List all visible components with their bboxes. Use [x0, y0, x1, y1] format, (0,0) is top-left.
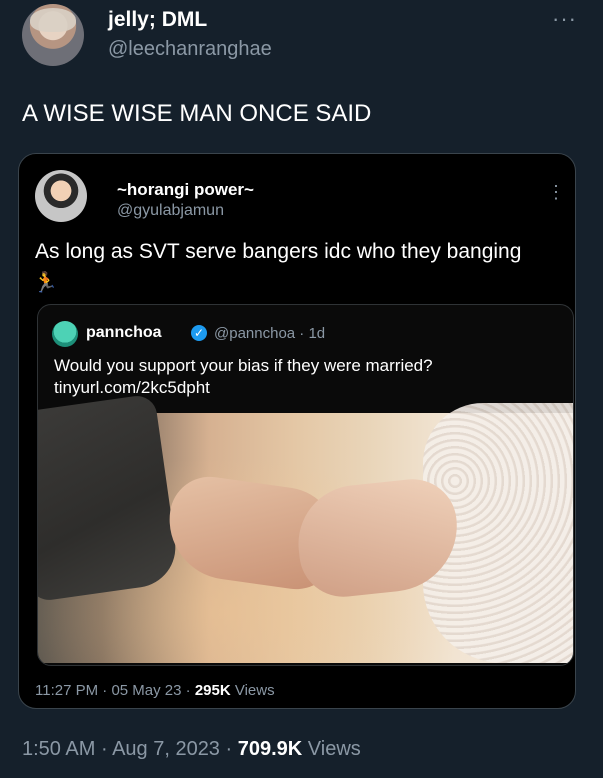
inner-text-line1: Would you support your bias if they were…	[54, 356, 433, 375]
tweet-avatar[interactable]	[22, 4, 84, 66]
quoted-date: 05 May 23	[111, 682, 182, 699]
inner-handle[interactable]: @pannchoa · 1d	[214, 325, 325, 342]
quoted-time: 11:27 PM	[35, 682, 99, 699]
tweet-time[interactable]: 1:50 AM	[22, 738, 95, 760]
quoted-text: As long as SVT serve bangers idc who the…	[35, 240, 522, 263]
more-horizontal-icon[interactable]: ···	[552, 6, 577, 32]
tweet-display-name[interactable]: jelly; DML	[108, 8, 207, 32]
quoted-views-count: 295K	[194, 682, 231, 699]
quoted-handle[interactable]: @gyulabjamun	[117, 202, 224, 220]
verified-badge-icon: ✓	[191, 325, 207, 341]
inner-display-name[interactable]: pannchoa	[86, 324, 162, 342]
tweet-meta: 1:50 AM · Aug 7, 2023 · 709.9K Views	[22, 738, 361, 760]
tweet-text: A WISE WISE MAN ONCE SAID	[22, 100, 372, 127]
more-vertical-icon[interactable]: ⋮	[547, 182, 565, 203]
quoted-views-label: Views	[234, 682, 275, 699]
inner-quoted-tweet[interactable]: pannchoa ✓ @pannchoa · 1d Would you supp…	[37, 304, 574, 666]
inner-text: Would you support your bias if they were…	[54, 355, 564, 399]
inner-avatar[interactable]	[52, 321, 78, 347]
tweet-views-label: Views	[307, 738, 361, 760]
quoted-meta: 11:27 PM · 05 May 23 · 295K Views	[35, 682, 275, 699]
tweet-date[interactable]: Aug 7, 2023	[112, 738, 220, 760]
tweet-views-count[interactable]: 709.9K	[238, 738, 303, 760]
quoted-display-name[interactable]: ~horangi power~	[117, 180, 254, 200]
wedding-hands-photo[interactable]	[38, 393, 573, 663]
tweet-handle[interactable]: @leechanranghae	[108, 38, 272, 61]
quoted-avatar[interactable]	[35, 170, 87, 222]
quoted-tweet-card[interactable]: ~horangi power~ @gyulabjamun ⋮ As long a…	[18, 153, 576, 709]
suit-sleeve-shape	[38, 393, 181, 603]
runner-emoji: 🏃	[33, 272, 58, 294]
